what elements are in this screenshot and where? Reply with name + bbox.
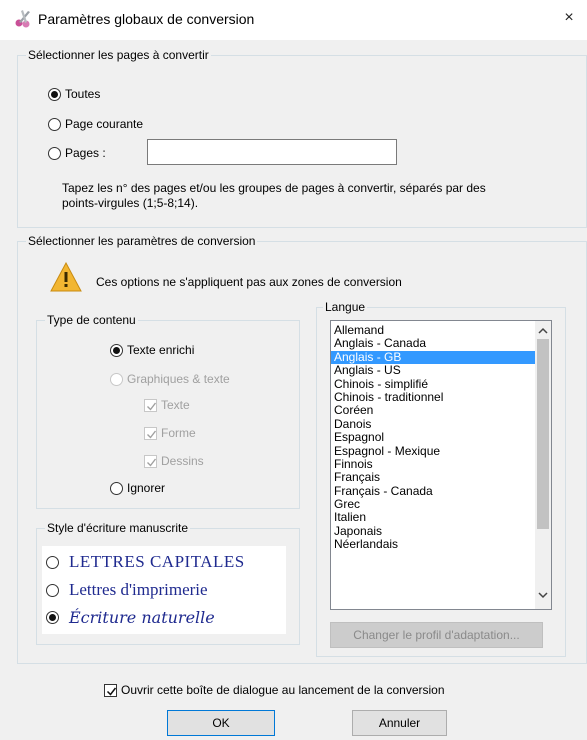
title-bar: Paramètres globaux de conversion × <box>0 0 587 40</box>
chevron-down-icon[interactable] <box>535 589 551 605</box>
scissors-app-icon <box>14 9 34 29</box>
radio-circle <box>46 555 59 569</box>
radio-circle <box>48 146 61 160</box>
checkbox-shape-label: Forme <box>161 426 196 440</box>
capitals-label: LETTRES CAPITALES <box>69 552 245 571</box>
handwriting-legend: Style d'écriture manuscrite <box>47 521 189 535</box>
radio-circle <box>46 583 59 597</box>
radio-rich-text[interactable]: Texte enrichi <box>110 343 194 357</box>
content-type-legend: Type de contenu <box>47 313 136 327</box>
radio-ignore-label: Ignorer <box>127 481 166 495</box>
language-list-item[interactable]: Danois <box>331 417 551 431</box>
radio-circle <box>48 87 61 101</box>
radio-current-page-label: Page courante <box>65 117 144 131</box>
cursive-label: Écriture naturelle <box>69 608 215 627</box>
language-list-item[interactable]: Finnois <box>331 457 551 471</box>
checkbox-box <box>144 398 157 412</box>
radio-circle <box>48 117 61 131</box>
language-list-item[interactable]: Anglais - US <box>331 363 551 377</box>
radio-all-pages-label: Toutes <box>65 87 101 101</box>
radio-current-page[interactable]: Page courante <box>48 117 143 131</box>
checkbox-text-label: Texte <box>161 398 190 412</box>
checkbox-box <box>144 454 157 468</box>
language-list-item[interactable]: Japonais <box>331 524 551 538</box>
open-dialog-checkbox[interactable]: Ouvrir cette boîte de dialogue au lancem… <box>104 683 445 697</box>
ok-button[interactable]: OK <box>167 710 275 736</box>
language-legend: Langue <box>325 300 366 314</box>
radio-print[interactable]: Lettres d'imprimerie <box>46 580 208 600</box>
language-list-item[interactable]: Allemand <box>331 323 551 337</box>
radio-cursive[interactable]: Écriture naturelle <box>46 608 215 627</box>
change-profile-button[interactable]: Changer le profil d'adaptation... <box>330 622 543 648</box>
open-dialog-checkbox-label: Ouvrir cette boîte de dialogue au lancem… <box>121 683 445 697</box>
checkbox-box <box>104 683 117 697</box>
radio-circle <box>110 343 123 357</box>
pages-input[interactable] <box>147 139 397 165</box>
warning-text: Ces options ne s'appliquent pas aux zone… <box>96 275 402 289</box>
close-icon[interactable]: × <box>557 6 581 30</box>
language-list-item[interactable]: Français - Canada <box>331 484 551 498</box>
language-list-item[interactable]: Chinois - simplifié <box>331 377 551 391</box>
radio-pages-label: Pages : <box>65 146 106 160</box>
language-list-item[interactable]: Italien <box>331 511 551 525</box>
language-list-item[interactable]: Anglais - Canada <box>331 336 551 350</box>
language-list-item[interactable]: Espagnol <box>331 430 551 444</box>
language-list-item[interactable]: Grec <box>331 497 551 511</box>
handwriting-panel: LETTRES CAPITALES Lettres d'imprimerie É… <box>42 546 286 634</box>
conversion-group-legend: Sélectionner les paramètres de conversio… <box>28 234 256 248</box>
radio-circle <box>46 611 59 624</box>
language-list-item[interactable]: Chinois - traditionnel <box>331 390 551 404</box>
print-label: Lettres d'imprimerie <box>69 580 208 599</box>
checkbox-shape[interactable]: Forme <box>144 426 196 440</box>
language-list: Allemand Anglais - Canada Anglais - GB Angl… <box>331 321 551 552</box>
language-list-item[interactable]: Français <box>331 470 551 484</box>
language-scrollbar[interactable] <box>535 321 551 609</box>
language-list-item[interactable]: Coréen <box>331 403 551 417</box>
radio-rich-text-label: Texte enrichi <box>127 343 195 357</box>
language-list-item[interactable]: Espagnol - Mexique <box>331 444 551 458</box>
pages-hint-line1: Tapez les n° des pages et/ou les groupes… <box>62 181 486 195</box>
checkbox-text[interactable]: Texte <box>144 398 190 412</box>
pages-group-legend: Sélectionner les pages à convertir <box>28 48 209 62</box>
radio-ignore[interactable]: Ignorer <box>110 481 165 495</box>
radio-pages[interactable]: Pages : <box>48 146 106 160</box>
warning-triangle-icon <box>50 261 82 292</box>
cancel-button[interactable]: Annuler <box>352 710 447 736</box>
radio-circle <box>110 481 123 495</box>
language-listbox[interactable]: Allemand Anglais - Canada Anglais - GB Angl… <box>330 320 552 610</box>
radio-graphics-text[interactable]: Graphiques & texte <box>110 372 230 386</box>
radio-capitals[interactable]: LETTRES CAPITALES <box>46 552 245 572</box>
pages-hint-line2: points-virgules (1;5-8;14). <box>62 196 199 210</box>
language-list-item[interactable]: Anglais - GB <box>331 350 551 365</box>
checkbox-drawings-label: Dessins <box>161 454 204 468</box>
window-title: Paramètres globaux de conversion <box>38 11 255 27</box>
radio-all-pages[interactable]: Toutes <box>48 87 100 101</box>
radio-circle <box>110 372 123 386</box>
language-list-item[interactable]: Néerlandais <box>331 537 551 551</box>
checkbox-drawings[interactable]: Dessins <box>144 454 204 468</box>
scrollbar-thumb[interactable] <box>537 339 549 529</box>
checkbox-box <box>144 426 157 440</box>
radio-graphics-text-label: Graphiques & texte <box>127 372 230 386</box>
